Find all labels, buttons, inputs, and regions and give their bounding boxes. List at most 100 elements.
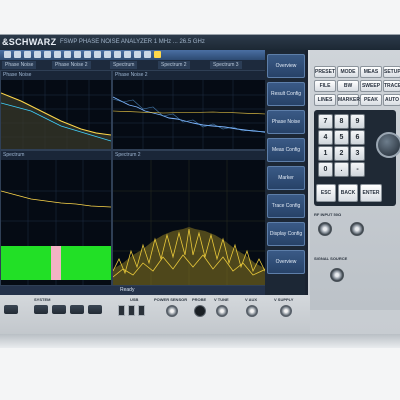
- power-sensor-label: POWER SENSOR: [154, 297, 188, 302]
- toolbar-icon[interactable]: [4, 51, 11, 58]
- v-aux-label: V AUX: [245, 297, 258, 302]
- toolbar-icon[interactable]: [44, 51, 51, 58]
- bw-key[interactable]: BW: [337, 80, 359, 92]
- system-key-3[interactable]: [70, 305, 84, 314]
- peak-key[interactable]: PEAK: [360, 94, 382, 106]
- setup-key[interactable]: SETUP: [383, 66, 400, 78]
- toolbar-icon[interactable]: [64, 51, 71, 58]
- usb-port-1[interactable]: [118, 305, 125, 316]
- softkey-trace-config[interactable]: Trace Config: [267, 194, 305, 218]
- key-7[interactable]: 7: [318, 114, 333, 129]
- hardkey-panel: PRESET MODE MEAS SETUP FILE BW SWEEP TRA…: [310, 50, 400, 310]
- system-label: SYSTEM: [34, 297, 51, 302]
- toolbar: [0, 50, 265, 60]
- lines-key[interactable]: LINES: [314, 94, 336, 106]
- softkey-overview-2[interactable]: Overview: [267, 250, 305, 274]
- usb-port-3[interactable]: [138, 305, 145, 316]
- key-4[interactable]: 4: [318, 130, 333, 145]
- instrument-front-panel: &SCHWARZ FSWP PHASE NOISE ANALYZER 1 MHz…: [0, 34, 400, 336]
- power-sensor-port[interactable]: [166, 305, 178, 317]
- display-screen: Phase Noise Phase Noise 2 Spectrum Spect…: [0, 50, 308, 295]
- signal-source-port[interactable]: [330, 268, 344, 282]
- graph-spectrum[interactable]: Spectrum: [0, 150, 112, 286]
- phase-noise-plot: [1, 80, 111, 149]
- back-key[interactable]: BACK: [338, 184, 358, 202]
- toolbar-icon[interactable]: [84, 51, 91, 58]
- usb-port-2[interactable]: [128, 305, 135, 316]
- rotary-knob[interactable]: [376, 132, 400, 158]
- signal-source-label: SIGNAL SOURCE: [314, 256, 348, 261]
- tab-spectrum-2[interactable]: Spectrum 2: [158, 61, 190, 69]
- trace-key[interactable]: TRACE: [383, 80, 400, 92]
- toolbar-icon[interactable]: [74, 51, 81, 58]
- toolbar-icon[interactable]: [54, 51, 61, 58]
- toolbar-icon[interactable]: [14, 51, 21, 58]
- meas-key[interactable]: MEAS: [360, 66, 382, 78]
- softkey-display-config[interactable]: Display Config: [267, 222, 305, 246]
- toolbar-icon-active[interactable]: [154, 51, 161, 58]
- softkey-phase-noise[interactable]: Phase Noise: [267, 110, 305, 134]
- enter-key[interactable]: ENTER: [360, 184, 382, 202]
- rf-input-port-2[interactable]: [350, 222, 364, 236]
- key-5[interactable]: 5: [334, 130, 349, 145]
- probe-port[interactable]: [194, 305, 206, 317]
- key-3[interactable]: 3: [350, 146, 365, 161]
- v-supply-port[interactable]: [280, 305, 292, 317]
- toolbar-icon[interactable]: [144, 51, 151, 58]
- key-decimal[interactable]: .: [334, 162, 349, 177]
- graph-phase-noise[interactable]: Phase Noise: [0, 70, 112, 150]
- tab-spectrum-3[interactable]: Spectrum 3: [210, 61, 242, 69]
- key-9[interactable]: 9: [350, 114, 365, 129]
- v-supply-label: V SUPPLY: [274, 297, 294, 302]
- brand-name: &SCHWARZ: [2, 37, 57, 47]
- key-0[interactable]: 0: [318, 162, 333, 177]
- tab-phase-noise-2[interactable]: Phase Noise 2: [52, 61, 91, 69]
- softkey-meas-config[interactable]: Meas Config: [267, 138, 305, 162]
- status-text: Ready: [120, 287, 135, 293]
- v-aux-port[interactable]: [246, 305, 258, 317]
- tab-spectrum[interactable]: Spectrum: [110, 61, 138, 69]
- toolbar-icon[interactable]: [124, 51, 131, 58]
- toolbar-icon[interactable]: [94, 51, 101, 58]
- graph-phase-noise-2[interactable]: Phase Noise 2: [112, 70, 267, 150]
- tab-phase-noise[interactable]: Phase Noise: [2, 61, 37, 69]
- toolbar-icon[interactable]: [24, 51, 31, 58]
- system-key-1[interactable]: [34, 305, 48, 314]
- graph-spectrum-2[interactable]: Spectrum 2: [112, 150, 267, 286]
- system-key-2[interactable]: [52, 305, 66, 314]
- auto-key[interactable]: AUTO: [383, 94, 400, 106]
- phase-noise-2-plot: [113, 80, 266, 149]
- toolbar-icon[interactable]: [104, 51, 111, 58]
- toolbar-icon[interactable]: [134, 51, 141, 58]
- instrument-base: [0, 334, 400, 348]
- key-1[interactable]: 1: [318, 146, 333, 161]
- file-key[interactable]: FILE: [314, 80, 336, 92]
- toolbar-icon[interactable]: [34, 51, 41, 58]
- key-6[interactable]: 6: [350, 130, 365, 145]
- v-tune-label: V TUNE: [214, 297, 229, 302]
- marker-key[interactable]: MARKER: [337, 94, 360, 106]
- power-button[interactable]: [4, 305, 18, 314]
- model-label: FSWP PHASE NOISE ANALYZER 1 MHz ... 26.5…: [60, 39, 205, 45]
- key-2[interactable]: 2: [334, 146, 349, 161]
- rf-input-port[interactable]: [318, 222, 332, 236]
- preset-key[interactable]: PRESET: [314, 66, 336, 78]
- spectrum-2-plot: [113, 160, 266, 285]
- usb-label: USB: [130, 297, 139, 302]
- lower-panel: SYSTEM USB POWER SENSOR PROBE V TUNE V A…: [0, 295, 310, 335]
- spectrum-plot: [1, 160, 111, 285]
- key-minus[interactable]: -: [350, 162, 365, 177]
- softkey-result-config[interactable]: Result Config: [267, 82, 305, 106]
- mode-key[interactable]: MODE: [337, 66, 359, 78]
- numeric-keypad: 7 8 9 4 5 6 1 2 3 0 . - ESC BACK ENTER: [314, 110, 396, 206]
- v-tune-port[interactable]: [216, 305, 228, 317]
- tab-bar: Phase Noise Phase Noise 2 Spectrum Spect…: [0, 60, 265, 70]
- esc-key[interactable]: ESC: [316, 184, 336, 202]
- system-key-4[interactable]: [88, 305, 102, 314]
- sweep-key[interactable]: SWEEP: [360, 80, 382, 92]
- toolbar-icon[interactable]: [114, 51, 121, 58]
- softkey-overview[interactable]: Overview: [267, 54, 305, 78]
- key-8[interactable]: 8: [334, 114, 349, 129]
- rf-input-label: RF INPUT 50Ω: [314, 212, 342, 217]
- softkey-marker[interactable]: Marker: [267, 166, 305, 190]
